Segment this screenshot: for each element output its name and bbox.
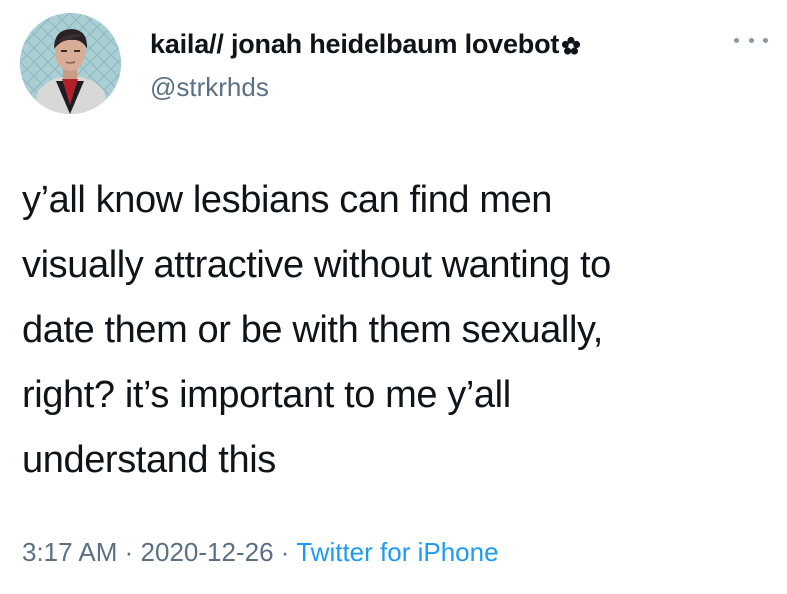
tweet-text-line: y’all know lesbians can find men (22, 179, 553, 221)
tweet-text: y’all know lesbians can find men visuall… (22, 168, 742, 493)
tweet-metadata: 3:17 AM · 2020-12-26 · Twitter for iPhon… (22, 537, 499, 568)
tweet-text-line: understand this (22, 439, 276, 481)
meta-separator: · (124, 537, 134, 567)
tweet-text-line: right? it’s important to me y’all (22, 374, 511, 416)
profile-avatar[interactable] (20, 13, 121, 114)
user-handle[interactable]: @strkrhds (150, 72, 269, 103)
tweet-source-link[interactable]: Twitter for iPhone (296, 537, 498, 567)
more-dot (734, 37, 739, 43)
tweet: kaila// jonah heidelbaum lovebot @strkrh… (0, 0, 787, 594)
meta-separator: · (280, 537, 290, 567)
tweet-text-line: date them or be with them sexually, (22, 309, 603, 351)
display-name[interactable]: kaila// jonah heidelbaum lovebot (150, 29, 581, 63)
more-dot (763, 37, 768, 43)
tweet-text-line: visually attractive without wanting to (22, 244, 611, 286)
avatar-image (20, 13, 121, 114)
flower-icon (561, 32, 581, 63)
more-options-icon[interactable] (734, 30, 768, 50)
more-dot (748, 37, 754, 43)
tweet-time[interactable]: 3:17 AM (22, 537, 117, 567)
display-name-text: kaila// jonah heidelbaum lovebot (150, 29, 560, 59)
tweet-date[interactable]: 2020-12-26 (141, 537, 274, 567)
